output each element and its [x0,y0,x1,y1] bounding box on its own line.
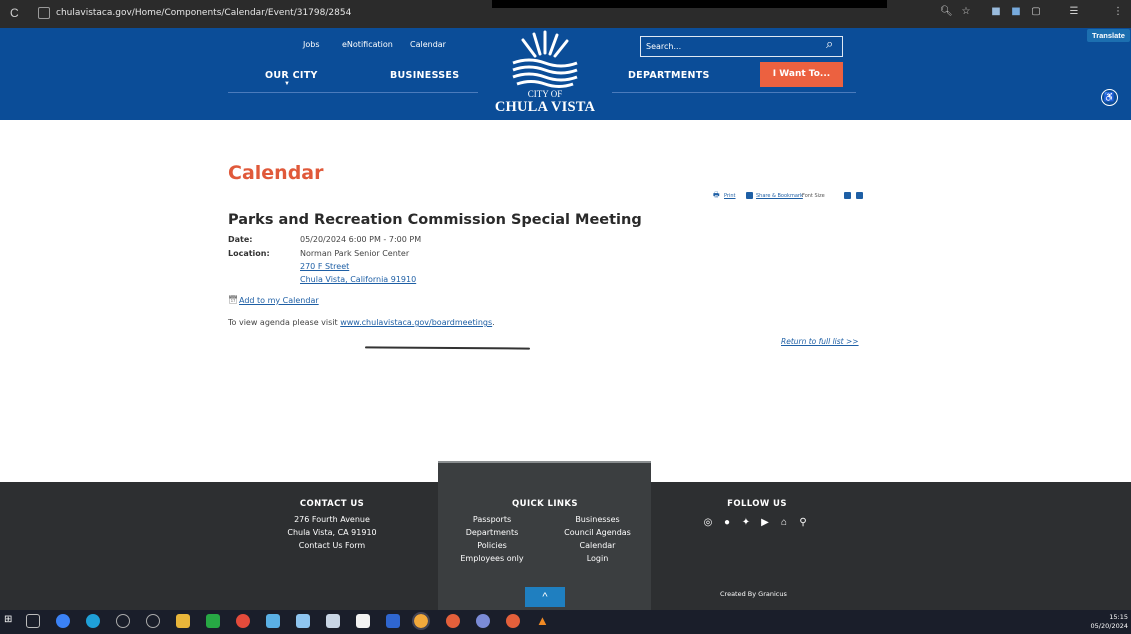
location-label: Location: [228,249,270,258]
event-title: Parks and Recreation Commission Special … [228,212,642,228]
clock-date: 05/20/2024 [1090,622,1128,630]
quick-link-departments[interactable]: Departments [452,528,532,537]
chrome-icon[interactable] [476,614,490,628]
app-icon[interactable] [56,614,70,628]
twitter-icon[interactable]: ✦ [740,517,752,529]
nextdoor-icon[interactable]: ⌂ [778,517,790,529]
sidepanel-icon[interactable]: ▢ [1030,6,1042,20]
menu-icon[interactable]: ⋮ [1112,6,1124,20]
quick-link-calendar[interactable]: Calendar [555,541,640,550]
quick-link-login[interactable]: Login [555,554,640,563]
contact-address-1: 276 Fourth Avenue [294,515,370,524]
font-increase-button[interactable] [844,192,851,199]
app-icon[interactable] [116,614,130,628]
quick-link-businesses[interactable]: Businesses [555,515,640,524]
back-to-top-button[interactable]: ^ [525,587,565,607]
page-title: Calendar [228,162,324,184]
chrome-icon[interactable] [446,614,460,628]
location-icon[interactable]: ⚲ [797,517,809,529]
star-icon[interactable]: ☆ [960,6,972,20]
vlc-icon[interactable]: ▲ [536,614,550,628]
contact-heading: CONTACT US [299,499,365,509]
share-icon[interactable] [746,192,753,199]
redaction-bar [492,0,887,8]
created-by-text[interactable]: Created By Granicus [720,590,787,598]
nav-divider [228,92,478,93]
extension-icon[interactable]: ■ [990,6,1002,20]
return-to-list-link[interactable]: Return to full list >> [781,337,859,346]
app-icon[interactable] [146,614,160,628]
accessibility-icon[interactable]: ♿ [1101,89,1118,106]
edge-icon[interactable] [86,614,100,628]
agenda-link[interactable]: www.chulavistaca.gov/boardmeetings [340,318,492,327]
nav-our-city[interactable]: OUR CITY [265,70,318,81]
font-size-label: Font Size [802,193,825,199]
nav-link-calendar[interactable]: Calendar [410,40,446,49]
app-icon[interactable] [296,614,310,628]
start-icon[interactable]: ⊞ [4,614,18,628]
location-name: Norman Park Senior Center [300,249,410,258]
contact-form-link[interactable]: Contact Us Form [262,541,402,550]
quick-link-policies[interactable]: Policies [452,541,532,550]
chrome-icon[interactable] [412,612,430,630]
reload-icon[interactable]: C [10,6,19,20]
app-icon[interactable] [266,614,280,628]
nav-departments[interactable]: DEPARTMENTS [628,70,710,81]
calendar-icon: 📅︎ [228,295,239,304]
address-bar[interactable]: chulavistaca.gov/Home/Components/Calenda… [56,8,351,18]
quick-link-passports[interactable]: Passports [452,515,532,524]
nav-businesses[interactable]: BUSINESSES [390,70,459,81]
city-logo-icon[interactable] [505,30,585,90]
system-clock[interactable]: 15:15 05/20/2024 [1090,613,1128,631]
instagram-icon[interactable]: ◎ [702,517,714,529]
nav-divider [612,92,856,93]
location-street-link[interactable]: 270 F Street [300,262,349,271]
windows-taskbar [0,610,1131,634]
translate-button[interactable]: Translate [1087,29,1130,42]
follow-heading: FOLLOW US [727,499,787,509]
chevron-down-icon: ▼ [284,81,290,87]
i-want-to-button[interactable]: I Want To... [760,62,843,87]
search-input[interactable] [646,39,816,53]
quick-link-council-agendas[interactable]: Council Agendas [555,528,640,537]
zoom-icon[interactable]: 🔍︎ [940,6,953,20]
font-decrease-button[interactable] [856,192,863,199]
date-value: 05/20/2024 6:00 PM - 7:00 PM [300,235,422,244]
chrome-icon[interactable] [506,614,520,628]
chrome-icon[interactable] [236,614,250,628]
profile-icon[interactable]: ☰ [1068,6,1080,20]
site-info-icon[interactable] [38,7,50,19]
clock-time: 15:15 [1109,613,1128,621]
logo-text-chula-vista: CHULA VISTA [494,99,596,115]
file-explorer-icon[interactable] [176,614,190,628]
date-label: Date: [228,235,253,244]
add-to-calendar-link[interactable]: Add to my Calendar [239,296,319,305]
print-link[interactable]: Print [724,193,736,199]
agenda-suffix: . [492,318,495,327]
print-icon[interactable]: 🖶︎ [713,191,720,202]
app-icon[interactable] [206,614,220,628]
location-city-link[interactable]: Chula Vista, California 91910 [300,275,416,284]
nav-link-jobs[interactable]: Jobs [303,40,320,49]
extension-icon[interactable]: ■ [1010,6,1022,20]
notepad-icon[interactable] [356,614,370,628]
facebook-icon[interactable]: ● [721,517,733,529]
quick-links-heading: QUICK LINKS [512,499,578,509]
app-icon[interactable] [326,614,340,628]
quick-link-employees[interactable]: Employees only [452,554,532,563]
pen-annotation-line [364,346,531,350]
app-icon[interactable] [386,614,400,628]
agenda-prefix: To view agenda please visit [228,318,341,327]
share-bookmark-link[interactable]: Share & Bookmark [756,193,803,199]
logo-text-city-of: CITY OF [527,89,563,99]
nav-link-enotification[interactable]: eNotification [342,40,393,49]
youtube-icon[interactable]: ▶ [759,517,771,529]
task-view-icon[interactable] [26,614,40,628]
contact-address-2: Chula Vista, CA 91910 [287,528,377,537]
search-icon[interactable]: ⌕ [826,36,833,52]
agenda-text: To view agenda please visit www.chulavis… [228,318,495,327]
